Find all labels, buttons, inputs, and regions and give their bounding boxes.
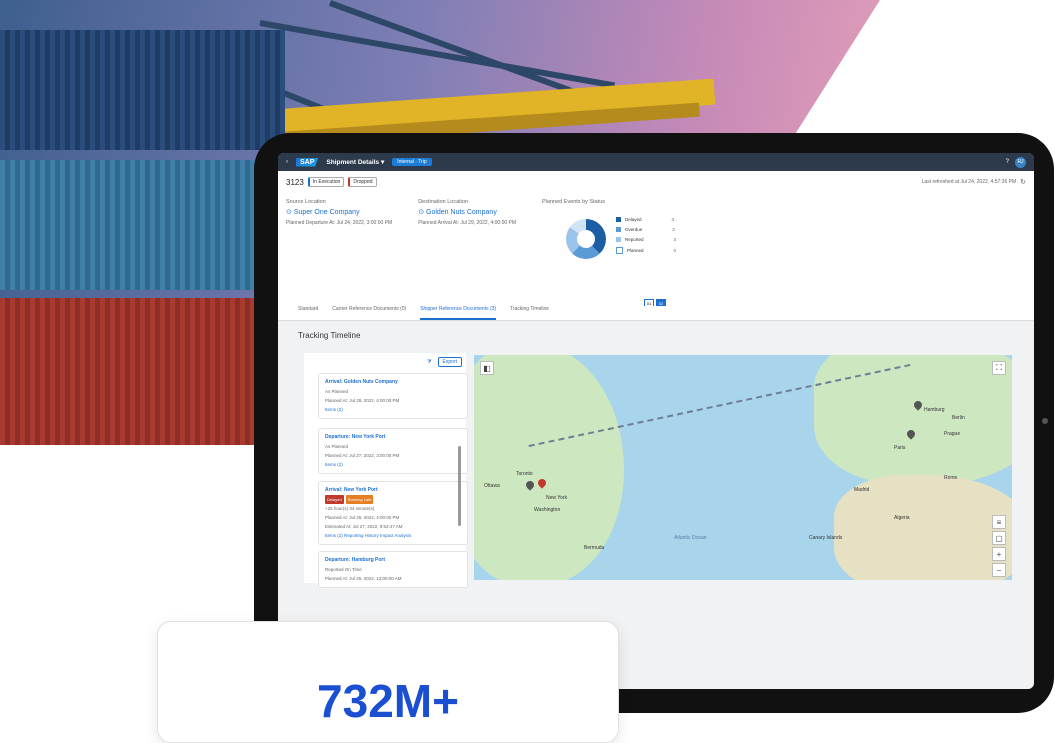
map-label: Algeria [894, 515, 910, 521]
legend-item[interactable]: Planned 0 [616, 247, 676, 254]
location-pin-icon: ⊙ [286, 209, 294, 216]
landmass-europe [814, 355, 1012, 485]
map-label: Washington [534, 507, 561, 513]
items-link[interactable]: Items (2) [325, 405, 461, 414]
map-label: Paris [894, 445, 906, 451]
destination-location-facet: Destination Location ⊙ Golden Nuts Compa… [418, 199, 517, 226]
stat-value: 732M+ [317, 675, 459, 727]
container-red [0, 298, 285, 445]
layers-icon[interactable]: ≡ [992, 515, 1006, 529]
object-id: 3123 [286, 177, 304, 187]
container-blue-dark [0, 30, 285, 150]
camera-dot [1042, 418, 1048, 424]
help-icon[interactable]: ? [1006, 159, 1009, 165]
map-legend-toggle-icon[interactable]: ◧ [480, 361, 494, 375]
timeline-event[interactable]: Departure: New York Port As Planned Plan… [318, 428, 468, 474]
tab-shipper-reference[interactable]: Shipper Reference Documents (3) [420, 306, 497, 320]
fullscreen-icon[interactable]: ⛶ [992, 361, 1006, 375]
timeline-event[interactable]: Arrival: Golden Nuts Company As Planned … [318, 373, 468, 419]
source-location-facet: Source Location ⊙ Super One Company Plan… [286, 199, 393, 226]
status-badge: In Execution [307, 177, 345, 187]
avatar[interactable]: RJ [1015, 156, 1026, 168]
source-location-link[interactable]: ⊙ Super One Company [286, 208, 392, 216]
map-label: New York [546, 495, 568, 501]
chart-legend: Delayed 3 Overdue 2 Reported 3 Planned 0 [616, 217, 676, 259]
zoom-out-icon[interactable]: − [992, 563, 1006, 577]
map-label: Canary Islands [809, 535, 843, 541]
map-label: Ottawa [484, 483, 500, 489]
refresh-icon[interactable]: ↻ [1020, 178, 1026, 186]
tablet-screen: ‹ SAP Shipment Details ▾ Internal · Trip… [278, 153, 1034, 689]
map-label: Hamburg [924, 407, 945, 413]
items-link[interactable]: Items (2) [325, 460, 461, 469]
map-label: Toronto [516, 471, 533, 477]
legend-item[interactable]: Delayed 3 [616, 217, 676, 222]
legend-item[interactable]: Reported 3 [616, 237, 676, 242]
section-tabs: Standard Carrier Reference Documents (0)… [278, 306, 1034, 321]
section-title: Tracking Timeline [298, 331, 361, 340]
tab-tracking-timeline[interactable]: Tracking Timeline [510, 306, 549, 320]
location-pin-icon: ⊙ [418, 209, 426, 216]
map-label: Madrid [854, 487, 870, 493]
stat-card: 732M+ [157, 621, 619, 743]
timeline-scrollbar[interactable] [458, 446, 461, 526]
map-label: Prague [944, 431, 961, 437]
map-mode-icon[interactable]: ▢ [992, 531, 1006, 545]
context-pill[interactable]: Internal · Trip [392, 158, 432, 166]
shell-bar: ‹ SAP Shipment Details ▾ Internal · Trip… [278, 153, 1034, 171]
filter-icon[interactable]: ⧩ [427, 359, 431, 365]
export-button[interactable]: Export [437, 357, 462, 367]
map-label: Atlantic Ocean [674, 535, 707, 541]
object-header: 3123 In Execution Dropped Last refreshed… [278, 171, 1034, 311]
back-icon[interactable]: ‹ [286, 159, 288, 165]
event-links[interactable]: Items (2) Reporting History Impact Analy… [325, 531, 461, 540]
tab-standard[interactable]: Standard [298, 306, 318, 320]
tab-carrier-reference[interactable]: Carrier Reference Documents (0) [332, 306, 406, 320]
status-badge: Dropped [348, 177, 377, 187]
destination-location-link[interactable]: ⊙ Golden Nuts Company [418, 208, 516, 216]
map-label: Bermuda [584, 545, 605, 551]
zoom-in-icon[interactable]: + [992, 547, 1006, 561]
status-chip: Delayed [325, 495, 344, 504]
sap-logo: SAP [296, 157, 319, 167]
map-label: Rome [944, 475, 958, 481]
app-title-menu[interactable]: Shipment Details ▾ [326, 158, 384, 166]
timeline-panel: ⧩ Export Arrival: Golden Nuts Company As… [304, 353, 468, 588]
container-blue-light [0, 160, 285, 290]
timeline-event[interactable]: Arrival: New York Port Delayed Running La… [318, 481, 468, 545]
map-label: Berlin [952, 415, 965, 421]
status-chip: Running Late [345, 495, 374, 504]
last-refreshed: Last refreshed at Jul 24, 2022, 4:57:36 … [921, 179, 1017, 185]
timeline-event[interactable]: Departure: Hamburg Port Reported On Time… [318, 551, 468, 588]
legend-item[interactable]: Overdue 2 [616, 227, 676, 232]
route-map[interactable]: Ottawa Toronto New York Washington Bermu… [474, 355, 1012, 580]
events-donut-chart[interactable] [566, 219, 606, 259]
